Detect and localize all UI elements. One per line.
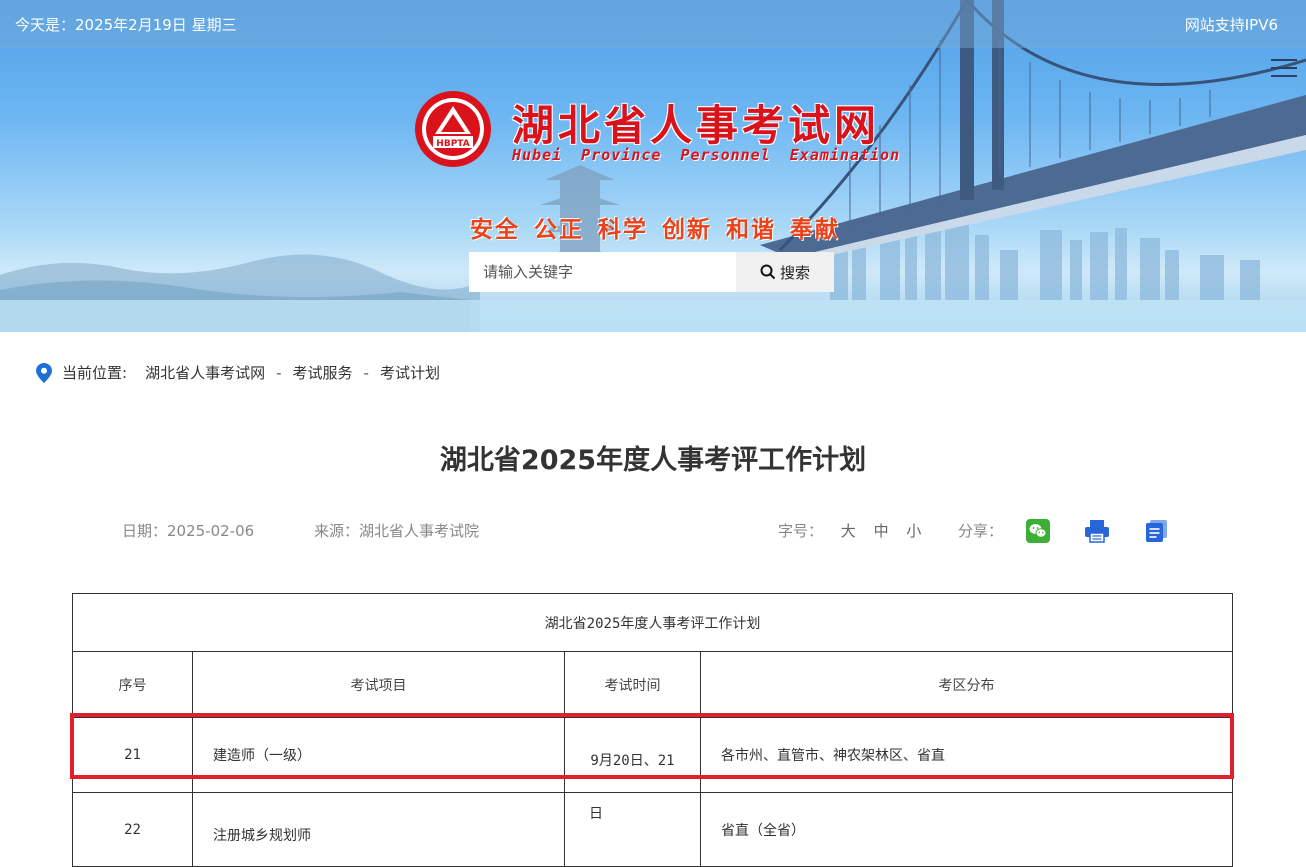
search-icon bbox=[760, 264, 776, 280]
article-source: 来源：湖北省人事考试院 bbox=[314, 522, 480, 540]
cell-serial-no: 21 bbox=[72, 717, 193, 793]
cell-serial-no: 22 bbox=[72, 792, 193, 867]
header-serial-no: 序号 bbox=[72, 651, 193, 718]
font-size-medium[interactable]: 中 bbox=[874, 522, 889, 540]
font-size-small[interactable]: 小 bbox=[906, 522, 921, 540]
table-row: 22 注册城乡规划师 日 省直（全省） bbox=[72, 792, 1234, 867]
cell-exam-item: 注册城乡规划师 bbox=[192, 792, 565, 867]
cell-exam-time: 9月20日、21 bbox=[564, 717, 701, 793]
font-size-label: 字号： bbox=[778, 522, 824, 540]
article-title: 湖北省2025年度人事考评工作计划 bbox=[439, 445, 867, 476]
site-name-en: Hubei Province Personnel Examination bbox=[512, 146, 901, 164]
site-slogan: 安全 公正 科学 创新 和谐 奉献 bbox=[470, 217, 841, 243]
logo-text: HBPTA bbox=[436, 139, 469, 149]
cell-exam-area: 省直（全省） bbox=[699, 792, 1234, 867]
table-caption-row: 湖北省2025年度人事考评工作计划 bbox=[71, 593, 1234, 652]
current-date: 今天是：2025年2月19日 星期三 bbox=[15, 16, 237, 34]
table-row: 21 建造师（一级） 9月20日、21 各市州、直管市、神农架林区、省直 bbox=[72, 717, 1234, 793]
font-size-control: 字号： 大 中 小 bbox=[778, 520, 921, 541]
cell-exam-item: 建造师（一级） bbox=[192, 717, 565, 793]
hamburger-menu-icon[interactable] bbox=[1271, 59, 1297, 79]
table-caption: 湖北省2025年度人事考评工作计划 bbox=[71, 593, 1234, 652]
hbpta-logo: HBPTA bbox=[415, 91, 491, 167]
breadcrumb: 当前位置: 湖北省人事考试网 - 考试服务 - 考试计划 bbox=[36, 362, 440, 383]
header-exam-item: 考试项目 bbox=[192, 651, 565, 718]
table-header-row: 序号 考试项目 考试时间 考区分布 bbox=[72, 651, 1234, 718]
breadcrumb-separator: - bbox=[276, 363, 282, 382]
search-input[interactable] bbox=[469, 252, 736, 292]
breadcrumb-exam-service[interactable]: 考试服务 bbox=[293, 362, 353, 383]
location-pin-icon bbox=[36, 362, 52, 383]
breadcrumb-label: 当前位置: bbox=[62, 364, 128, 382]
wechat-icon[interactable] bbox=[1026, 519, 1050, 543]
header-exam-area: 考区分布 bbox=[699, 651, 1234, 718]
cell-exam-area: 各市州、直管市、神农架林区、省直 bbox=[699, 717, 1234, 793]
search-button[interactable]: 搜索 bbox=[736, 252, 834, 292]
site-name: 湖北省人事考试网 bbox=[512, 101, 881, 150]
search-button-label: 搜索 bbox=[779, 263, 810, 282]
exam-plan-table: 湖北省2025年度人事考评工作计划 序号 考试项目 考试时间 考区分布 21 建… bbox=[71, 593, 1234, 867]
print-icon[interactable] bbox=[1084, 519, 1110, 543]
breadcrumb-home[interactable]: 湖北省人事考试网 bbox=[145, 362, 265, 383]
ipv6-support-label: 网站支持IPV6 bbox=[1184, 16, 1278, 34]
article-date: 日期：2025-02-06 bbox=[122, 522, 255, 540]
breadcrumb-separator: - bbox=[363, 363, 369, 382]
breadcrumb-exam-plan[interactable]: 考试计划 bbox=[380, 362, 440, 383]
cell-exam-time: 日 bbox=[564, 792, 701, 867]
search-box: 搜索 bbox=[469, 252, 834, 292]
header-banner: 今天是：2025年2月19日 星期三 网站支持IPV6 HBPTA 湖北省人事考… bbox=[0, 0, 1306, 332]
header-exam-time: 考试时间 bbox=[564, 651, 701, 718]
share-label: 分享： bbox=[958, 522, 1004, 540]
copy-icon[interactable] bbox=[1145, 519, 1169, 543]
font-size-large[interactable]: 大 bbox=[841, 522, 856, 540]
